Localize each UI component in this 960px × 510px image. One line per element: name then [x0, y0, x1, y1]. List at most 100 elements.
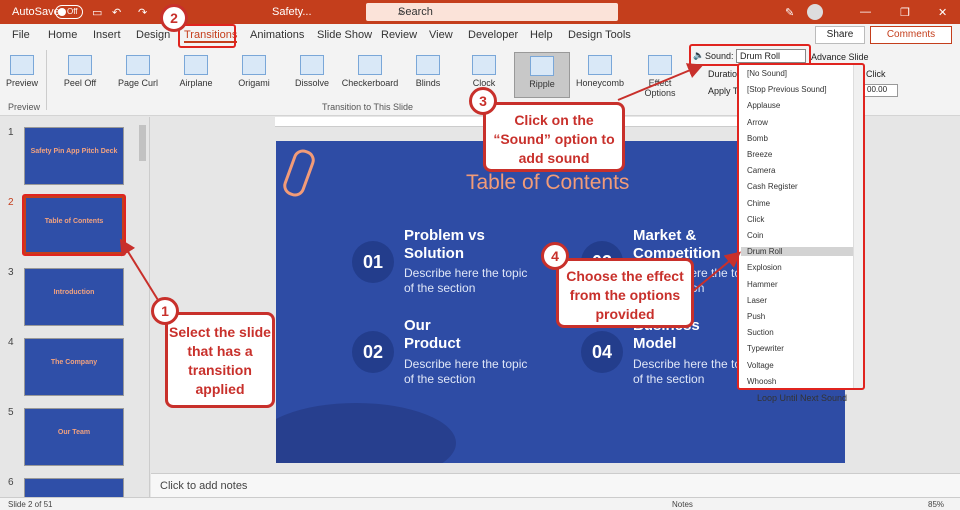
item-title[interactable]: Our Product	[404, 317, 484, 353]
item-desc[interactable]: Describe here the topic of the section	[404, 357, 529, 387]
transition-label: Checkerboard	[341, 78, 399, 88]
preview-button[interactable]: Preview	[0, 52, 44, 98]
thumb-number: 6	[8, 477, 14, 488]
item-title[interactable]: Problem vs Solution	[404, 227, 534, 263]
transition-label: Honeycomb	[575, 78, 625, 88]
thumb-title: The Company	[50, 359, 98, 366]
save-icon[interactable]: ▭	[92, 6, 102, 19]
notes-pane[interactable]: Click to add notes	[151, 473, 960, 497]
slide-title[interactable]: Table of Contents	[466, 171, 629, 195]
menu-design-tools[interactable]: Design Tools	[568, 29, 631, 41]
slide-2-highlight	[22, 194, 126, 256]
transition-label: Blinds	[415, 78, 441, 88]
notes-toggle[interactable]: Notes	[672, 500, 693, 509]
transition-origami[interactable]: Origami	[226, 52, 282, 98]
slide-thumbnail-5[interactable]: Our Team	[24, 408, 124, 466]
transition-label: Origami	[238, 78, 270, 88]
comments-button[interactable]: Comments	[870, 26, 952, 44]
callout-badge: 4	[541, 242, 569, 270]
ribbon-separator	[46, 50, 47, 110]
safety-pin-icon	[280, 146, 318, 200]
zoom-level[interactable]: 85%	[928, 500, 944, 509]
document-title: Safety...	[272, 6, 312, 18]
item-number: 02	[352, 331, 394, 373]
menu-developer[interactable]: Developer	[468, 29, 518, 41]
thumb-title: Safety Pin App Pitch Deck	[30, 148, 118, 155]
search-placeholder: Search	[398, 6, 433, 18]
effect-options-label: Effect Options	[644, 78, 676, 98]
menu-view[interactable]: View	[429, 29, 453, 41]
status-bar: Slide 2 of 51 Notes 85%	[0, 497, 960, 510]
item-number: 04	[581, 331, 623, 373]
transition-airplane[interactable]: Airplane	[168, 52, 224, 98]
thumb-title: Our Team	[57, 429, 91, 436]
transition-ripple[interactable]: Ripple	[514, 52, 570, 98]
loop-until-next-sound[interactable]: Loop Until Next Sound	[740, 393, 864, 403]
transition-dissolve[interactable]: Dissolve	[284, 52, 340, 98]
thumb-scrollbar[interactable]	[139, 125, 146, 161]
dropdown-highlight	[737, 63, 865, 390]
close-icon[interactable]: ✕	[938, 6, 947, 19]
decorative-blob	[276, 403, 456, 463]
notes-placeholder: Click to add notes	[160, 480, 248, 492]
callout-badge: 2	[160, 4, 188, 32]
restore-icon[interactable]: ❐	[900, 6, 910, 19]
menu-slide-show[interactable]: Slide Show	[317, 29, 372, 41]
slide-thumbnail-4[interactable]: The Company	[24, 338, 124, 396]
transition-page-curl[interactable]: Page Curl	[110, 52, 166, 98]
menu-review[interactable]: Review	[381, 29, 417, 41]
slide-thumbnail-pane: 1 Safety Pin App Pitch Deck 2 Table of C…	[0, 117, 150, 502]
autosave-toggle[interactable]: Off	[55, 5, 83, 19]
callout-badge: 3	[469, 87, 497, 115]
slide-thumbnail-3[interactable]: Introduction	[24, 268, 124, 326]
thumb-number: 5	[8, 407, 14, 418]
on-mouse-click-label[interactable]: Click	[866, 69, 886, 79]
thumb-title: Introduction	[53, 289, 95, 296]
transition-label: Page Curl	[117, 78, 159, 88]
item-desc[interactable]: Describe here the topic of the section	[404, 266, 529, 296]
callout-1: Select the slide that has a transition a…	[165, 312, 275, 408]
menu-insert[interactable]: Insert	[93, 29, 121, 41]
menu-design[interactable]: Design	[136, 29, 170, 41]
menu-home[interactable]: Home	[48, 29, 77, 41]
autosave-label: AutoSave	[12, 6, 60, 18]
callout-badge: 1	[151, 297, 179, 325]
avatar[interactable]	[807, 4, 823, 20]
thumb-number: 4	[8, 337, 14, 348]
advance-slide-label: Advance Slide	[811, 52, 869, 62]
menu-bar: File Home Insert Design Transitions Anim…	[0, 24, 960, 46]
menu-file[interactable]: File	[12, 29, 30, 41]
preview-label: Preview	[5, 78, 38, 88]
after-time-input[interactable]: 00.00	[864, 84, 898, 97]
callout-3: Click on the “Sound” option to add sound	[483, 102, 625, 172]
transition-peel-off[interactable]: Peel Off	[52, 52, 108, 98]
undo-icon[interactable]: ↶	[112, 6, 121, 19]
effect-options-button[interactable]: Effect Options	[636, 52, 684, 98]
transition-label: Peel Off	[63, 78, 97, 88]
transition-label: Airplane	[179, 78, 213, 88]
transition-checkerboard[interactable]: Checkerboard	[340, 52, 400, 98]
minimize-icon[interactable]: —	[860, 6, 871, 18]
transition-honeycomb[interactable]: Honeycomb	[572, 52, 628, 98]
coauthor-icon[interactable]: ✎	[785, 6, 794, 19]
share-button[interactable]: Share	[815, 26, 865, 44]
item-number: 01	[352, 241, 394, 283]
transitions-tab-highlight	[178, 24, 236, 48]
transition-label: Dissolve	[294, 78, 329, 88]
transition-blinds[interactable]: Blinds	[400, 52, 456, 98]
thumb-number: 2	[8, 197, 14, 208]
search-box[interactable]: ⌕ Search	[366, 3, 618, 21]
menu-help[interactable]: Help	[530, 29, 553, 41]
slide-thumbnail-1[interactable]: Safety Pin App Pitch Deck	[24, 127, 124, 185]
preview-group-label: Preview	[8, 102, 41, 112]
thumb-number: 3	[8, 267, 14, 278]
transition-group-label: Transition to This Slide	[322, 102, 414, 112]
title-bar: AutoSave Off ▭ ↶ ↷ Safety... ⌕ Search ✎ …	[0, 0, 960, 24]
transition-label: Ripple	[529, 79, 555, 89]
thumb-number: 1	[8, 127, 14, 138]
redo-icon[interactable]: ↷	[138, 6, 147, 19]
autosave-state: Off	[67, 7, 78, 16]
callout-4: Choose the effect from the options provi…	[556, 258, 694, 328]
menu-animations[interactable]: Animations	[250, 29, 304, 41]
slide-count: Slide 2 of 51	[8, 500, 53, 509]
